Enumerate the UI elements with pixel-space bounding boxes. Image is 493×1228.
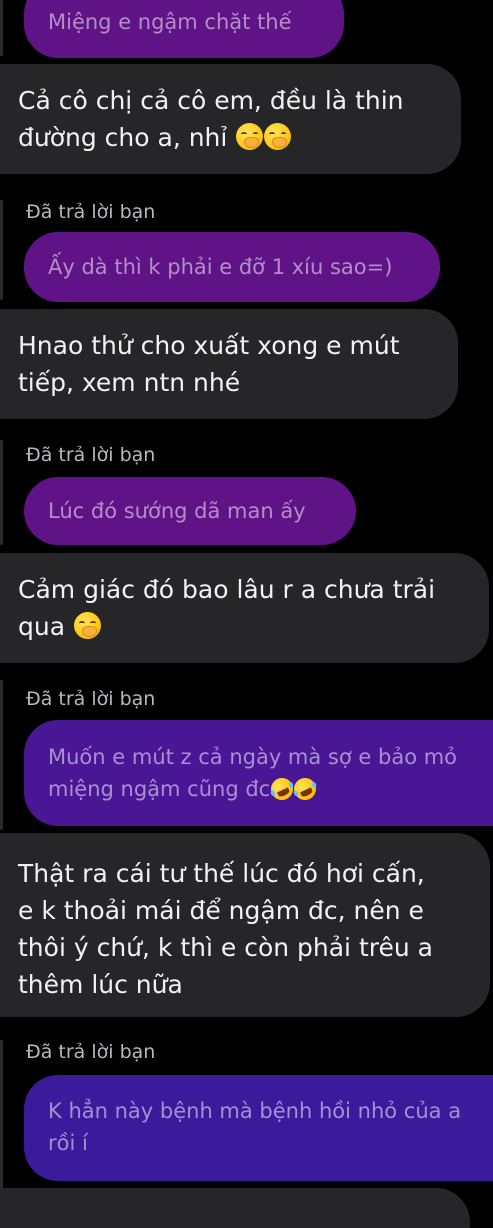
face-with-hand-over-mouth-emoji — [236, 123, 264, 150]
thread-line — [0, 200, 3, 300]
face-with-hand-over-mouth-emoji — [74, 612, 101, 639]
message-text-line: tiếp, xem ntn nhé — [18, 368, 241, 397]
incoming-message-bubble[interactable]: Hnao thử cho xuất xong e mút tiếp, xem n… — [0, 309, 458, 419]
reply-label: Đã trả lời bạn — [26, 444, 156, 466]
face-with-hand-over-mouth-emoji — [264, 123, 292, 150]
quoted-message-bubble[interactable]: K hẳn này bệnh mà bệnh hồi nhỏ của a rồi… — [24, 1075, 493, 1181]
thread-line — [0, 440, 3, 545]
incoming-message-bubble-partial[interactable] — [0, 1188, 470, 1228]
message-text-line: Hnao thử cho xuất xong e mút — [18, 331, 400, 360]
quoted-message-text: Ấy dà thì k phải e đỡ 1 xíu sao=) — [48, 255, 393, 279]
reply-label: Đã trả lời bạn — [26, 201, 156, 223]
rolling-on-floor-laughing-emoji — [267, 774, 297, 804]
message-text-line: đường cho a, nhỉ — [18, 119, 439, 156]
message-text-line: Cả cô chị cả cô em, đều là thin — [18, 86, 404, 115]
thread-line — [0, 1040, 3, 1190]
quoted-message-text: K hẳn này bệnh mà bệnh hồi nhỏ của a — [48, 1099, 462, 1123]
message-text-line: thôi ý chứ, k thì e còn phải trêu a — [18, 933, 433, 962]
message-text-line: thêm lúc nữa — [18, 970, 183, 999]
message-text: đường cho a, nhỉ — [18, 123, 228, 152]
quoted-message-text-line: miệng ngậm cũng đc — [48, 773, 493, 805]
message-text: qua — [18, 612, 66, 641]
thread-line — [0, 0, 3, 56]
quoted-message-bubble[interactable]: Lúc đó sướng dã man ấy — [24, 477, 356, 545]
message-text-line: Cảm giác đó bao lâu r a chưa trải — [18, 575, 436, 604]
reply-label: Đã trả lời bạn — [26, 1041, 156, 1063]
message-text-line: qua — [18, 608, 467, 645]
incoming-message-bubble[interactable]: Thật ra cái tư thế lúc đó hơi cấn, e k t… — [0, 833, 490, 1017]
incoming-message-bubble[interactable]: Cảm giác đó bao lâu r a chưa trải qua — [0, 553, 489, 663]
quoted-message-bubble[interactable]: Muốn e mút z cả ngày mà sợ e bảo mỏ miện… — [24, 720, 493, 826]
message-text-line: e k thoải mái để ngậm đc, nên e — [18, 896, 424, 925]
reply-label: Đã trả lời bạn — [26, 688, 156, 710]
rolling-on-floor-laughing-emoji — [290, 774, 320, 804]
quoted-message-bubble[interactable]: Miệng e ngậm chặt thế — [24, 0, 344, 58]
thread-line — [0, 680, 3, 830]
quoted-message-bubble[interactable]: Ấy dà thì k phải e đỡ 1 xíu sao=) — [24, 232, 440, 302]
message-text-line: Thật ra cái tư thế lúc đó hơi cấn, — [18, 859, 425, 888]
quoted-message-text: Miệng e ngậm chặt thế — [48, 10, 292, 34]
incoming-message-bubble[interactable]: Cả cô chị cả cô em, đều là thin đường ch… — [0, 64, 461, 174]
quoted-message-text: miệng ngậm cũng đc — [48, 777, 271, 801]
quoted-message-text: rồi í — [48, 1131, 88, 1155]
quoted-message-text: Muốn e mút z cả ngày mà sợ e bảo mỏ — [48, 745, 458, 769]
quoted-message-text: Lúc đó sướng dã man ấy — [48, 499, 306, 523]
